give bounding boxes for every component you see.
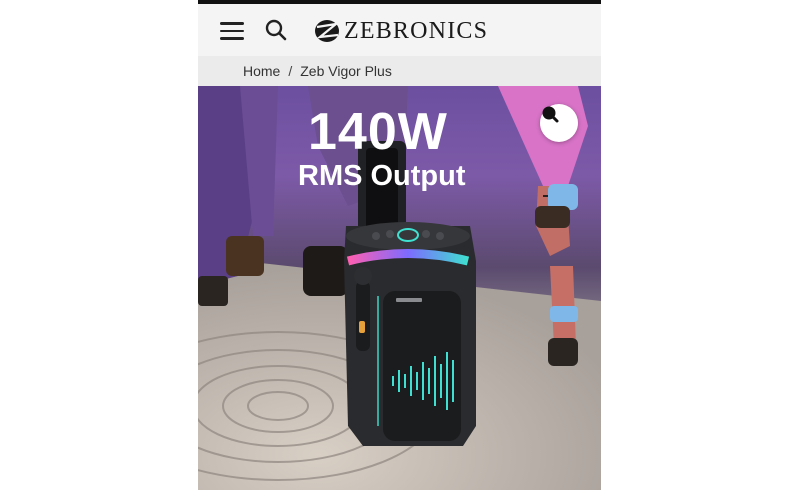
logo-text: ZEBRONICS — [344, 18, 489, 44]
hamburger-menu-icon[interactable] — [220, 22, 244, 40]
site-header: ZEBRONICS — [198, 4, 601, 56]
zoom-search-icon[interactable] — [540, 104, 578, 142]
zebronics-logo[interactable]: ZEBRONICS — [314, 17, 488, 45]
product-hero-image[interactable]: 140W RMS Output — [198, 86, 601, 490]
breadcrumb-home-link[interactable]: Home — [243, 63, 280, 79]
breadcrumb-current: Zeb Vigor Plus — [300, 63, 392, 79]
headline-wattage: 140W — [308, 103, 448, 161]
zebronics-logo-icon — [315, 20, 340, 42]
breadcrumb: Home / Zeb Vigor Plus — [198, 56, 601, 86]
breadcrumb-separator: / — [288, 63, 293, 79]
headline-rms-output: RMS Output — [298, 160, 466, 192]
search-icon[interactable] — [264, 18, 288, 42]
mobile-viewport: ZEBRONICS Home / Zeb Vigor Plus 140W RMS… — [198, 0, 601, 490]
